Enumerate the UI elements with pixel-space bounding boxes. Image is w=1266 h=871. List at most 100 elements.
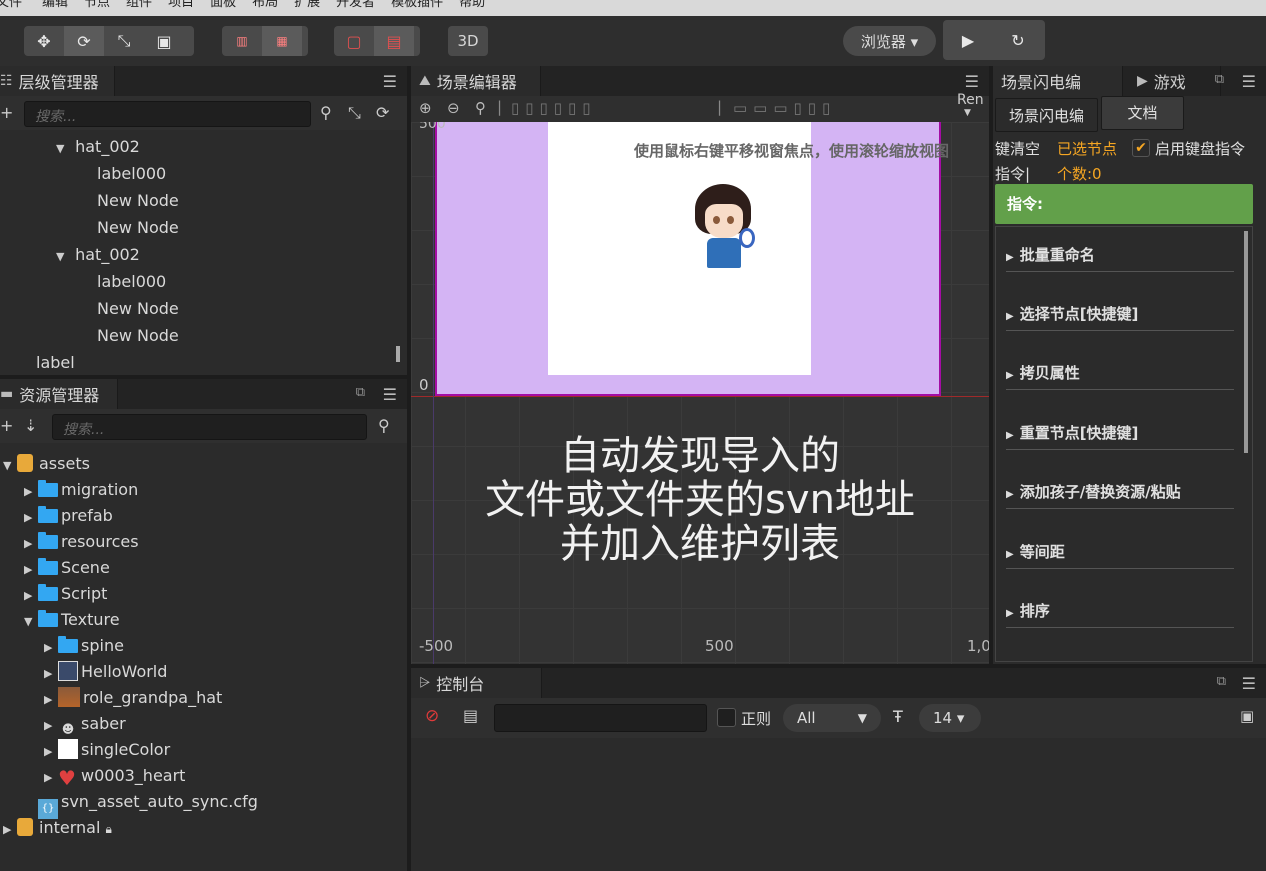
assets-menu-icon[interactable]: ☰ (383, 385, 397, 404)
expand-arrow-icon[interactable]: ▼ (24, 609, 38, 635)
search-icon[interactable]: ⚲ (378, 416, 390, 435)
distribute-tools-icon[interactable]: ▭▭▭▯▯▯ (733, 99, 836, 117)
vertical-splitter[interactable] (989, 66, 993, 664)
scene-canvas[interactable]: 使用鼠标右键平移视窗焦点，使用滚轮缩放视图 500 0 -500 500 1,0… (411, 122, 989, 664)
menu-developer[interactable]: 开发者 (328, 0, 383, 16)
clear-label[interactable]: 键清空 (995, 138, 1040, 159)
command-input[interactable]: 指令: (995, 184, 1253, 224)
cmd-item[interactable]: ▶ 排序 (1006, 595, 1234, 628)
console-menu-icon[interactable]: ☰ (1242, 674, 1256, 693)
asset-texture[interactable]: ▶ ☻ saber (44, 711, 126, 737)
collapsed-arrow-icon[interactable]: ▶ (24, 583, 38, 609)
render-dropdown-icon[interactable]: ▼ (964, 108, 971, 118)
font-size-select[interactable]: 14 ▾ (919, 704, 981, 732)
asset-file[interactable]: {} svn_asset_auto_sync.cfg (38, 789, 258, 819)
horizontal-splitter[interactable] (0, 375, 407, 379)
menu-component[interactable]: 组件 (118, 0, 160, 16)
tree-node[interactable]: label000 (97, 161, 166, 187)
tree-node[interactable]: New Node (97, 323, 179, 349)
console-filter-input[interactable] (494, 704, 707, 732)
keyboard-checkbox[interactable]: ✔ (1132, 139, 1150, 157)
flash-button[interactable]: 场景闪电编 (995, 98, 1098, 132)
tab-console[interactable]: ⩥ 控制台 (411, 668, 542, 698)
zoom-in-icon[interactable]: ⊕ (419, 99, 432, 117)
asset-texture[interactable]: ▶ singleColor (44, 737, 170, 763)
search-icon[interactable]: ⚲ (320, 103, 332, 122)
sort-icon[interactable]: ⇣ (24, 416, 37, 435)
cmd-item[interactable]: ▶ 添加孩子/替换资源/粘贴 (1006, 476, 1234, 509)
collapsed-arrow-icon[interactable]: ▶ (44, 765, 58, 791)
regex-checkbox[interactable] (717, 708, 736, 727)
expand-arrow-icon[interactable]: ▼ (3, 453, 17, 479)
collapse-icon[interactable]: ⤡ (348, 103, 361, 123)
menu-panel[interactable]: 面板 (202, 0, 244, 16)
open-log-icon[interactable]: ▤ (463, 706, 478, 725)
collapsed-arrow-icon[interactable]: ▶ (24, 531, 38, 557)
collapsed-arrow-icon[interactable]: ▶ (44, 661, 58, 687)
menu-template-plugin[interactable]: 模板插件 (383, 0, 451, 16)
hierarchy-search-input[interactable]: 搜索... (24, 101, 311, 127)
move-tool-icon[interactable]: ✥ (24, 26, 64, 56)
asset-folder[interactable]: ▶ Scene (24, 555, 110, 581)
expand-arrow-icon[interactable]: ▼ (56, 136, 70, 162)
scene-menu-icon[interactable]: ☰ (965, 72, 979, 91)
asset-root[interactable]: ▶ internal 🔒︎ (3, 815, 112, 841)
collapsed-arrow-icon[interactable]: ▶ (44, 635, 58, 661)
horizontal-splitter[interactable] (411, 664, 1266, 668)
cmd-item[interactable]: ▶ 等间距 (1006, 536, 1234, 569)
menu-help[interactable]: 帮助 (451, 0, 493, 16)
tree-node[interactable]: label000 (97, 269, 166, 295)
clear-console-icon[interactable]: ⊘ (425, 706, 439, 726)
menu-node[interactable]: 节点 (76, 0, 118, 16)
asset-folder[interactable]: ▶ spine (44, 633, 124, 659)
menu-project[interactable]: 项目 (160, 0, 202, 16)
asset-texture[interactable]: ▶ HelloWorld (44, 659, 167, 685)
rotate-tool-icon[interactable]: ⟳ (64, 26, 104, 56)
collapse-console-icon[interactable]: ▣ (1240, 707, 1254, 725)
asset-folder[interactable]: ▼ Texture (24, 607, 120, 633)
tab-scene-editor[interactable]: ⛰ 场景编辑器 (411, 66, 541, 96)
asset-folder[interactable]: ▶ resources (24, 529, 139, 555)
menu-file[interactable]: 文件 (0, 0, 30, 16)
tree-node-hat[interactable]: ▼ hat_002 (56, 134, 140, 160)
grid-icon[interactable]: ▤ (374, 26, 414, 56)
log-level-select[interactable]: All ▼ (783, 704, 881, 732)
tree-node[interactable]: label (36, 350, 75, 376)
collapsed-arrow-icon[interactable]: ▶ (24, 479, 38, 505)
hierarchy-menu-icon[interactable]: ☰ (383, 72, 397, 91)
asset-folder[interactable]: ▶ migration (24, 477, 138, 503)
asset-folder[interactable]: ▶ prefab (24, 503, 113, 529)
asset-texture[interactable]: ▶ ♥ w0003_heart (44, 763, 185, 789)
collapsed-arrow-icon[interactable]: ▶ (24, 557, 38, 583)
refresh-icon[interactable]: ↻ (993, 20, 1043, 60)
tab-assets[interactable]: ▬ 资源管理器 (0, 379, 118, 409)
collapsed-arrow-icon[interactable]: ▶ (3, 817, 17, 843)
collapsed-arrow-icon[interactable]: ▶ (44, 687, 58, 713)
align-tools-icon[interactable]: ▯▯▯▯▯▯ (511, 99, 597, 117)
tree-node[interactable]: New Node (97, 296, 179, 322)
cmd-item[interactable]: ▶ 拷贝属性 (1006, 357, 1234, 390)
collapsed-arrow-icon[interactable]: ▶ (44, 739, 58, 765)
zoom-out-icon[interactable]: ⊖ (447, 99, 460, 117)
asset-folder[interactable]: ▶ Script (24, 581, 107, 607)
collapsed-arrow-icon[interactable]: ▶ (44, 713, 58, 739)
scale-tool-icon[interactable]: ⤡ (104, 26, 144, 56)
tab-flash-editor[interactable]: 场景闪电编 (993, 66, 1123, 96)
tab-game[interactable]: ▶ 游戏 (1129, 66, 1221, 96)
character-sprite[interactable] (689, 180, 761, 272)
collapsed-arrow-icon[interactable]: ▶ (24, 505, 38, 531)
asset-texture[interactable]: ▶ role_grandpa_hat (44, 685, 222, 711)
browser-select[interactable]: 浏览器 ▾ (843, 26, 936, 56)
rect-tool-icon[interactable]: ▣ (144, 26, 184, 56)
3d-toggle-button[interactable]: 3D (448, 26, 488, 56)
pivot-icon[interactable]: ▥ (222, 26, 262, 56)
menu-extension[interactable]: 扩展 (286, 0, 328, 16)
tree-node[interactable]: New Node (97, 215, 179, 241)
cmd-item[interactable]: ▶ 批量重命名 (1006, 239, 1234, 272)
doc-button[interactable]: 文档 (1101, 96, 1184, 130)
cmd-item[interactable]: ▶ 选择节点[快捷键] (1006, 298, 1234, 331)
hierarchy-scrollbar[interactable] (396, 346, 400, 362)
assets-search-input[interactable]: 搜索... (52, 414, 367, 440)
refresh-icon[interactable]: ⟳ (376, 103, 389, 122)
render-label[interactable]: Ren (957, 92, 984, 108)
